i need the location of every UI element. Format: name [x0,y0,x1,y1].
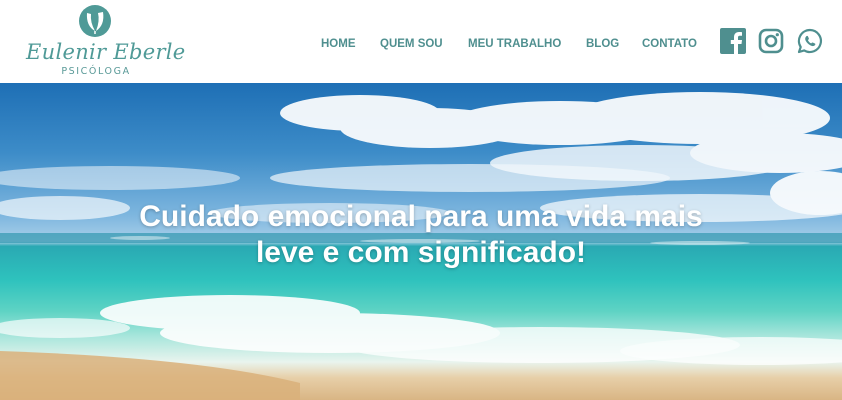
hero-title: Cuidado emocional para uma vida mais lev… [60,199,782,271]
instagram-link[interactable] [758,28,784,54]
facebook-icon [720,28,746,54]
brand-subtitle: PSICÓLOGA [61,66,131,77]
nav-item-contato[interactable]: CONTATO [642,38,697,50]
site-header: Eulenir Eberle PSICÓLOGA HOME QUEM SOU M… [0,0,842,83]
whatsapp-link[interactable] [797,28,823,54]
whatsapp-icon [797,28,822,54]
hero-title-line-2: leve e com significado! [255,236,587,269]
leaf-logo-icon [79,5,111,37]
nav-item-meu-trabalho[interactable]: MEU TRABALHO [468,38,561,50]
nav-item-home[interactable]: HOME [321,38,356,50]
nav-item-blog[interactable]: BLOG [586,38,619,50]
instagram-icon [758,28,784,54]
logo[interactable]: Eulenir Eberle PSICÓLOGA [26,4,186,78]
hero-banner: Cuidado emocional para uma vida mais lev… [0,83,842,400]
nav-item-quem-sou[interactable]: QUEM SOU [380,38,443,50]
hero-title-line-1: Cuidado emocional para uma vida mais [139,200,703,233]
facebook-link[interactable] [720,28,746,54]
brand-name: Eulenir Eberle [26,40,186,64]
